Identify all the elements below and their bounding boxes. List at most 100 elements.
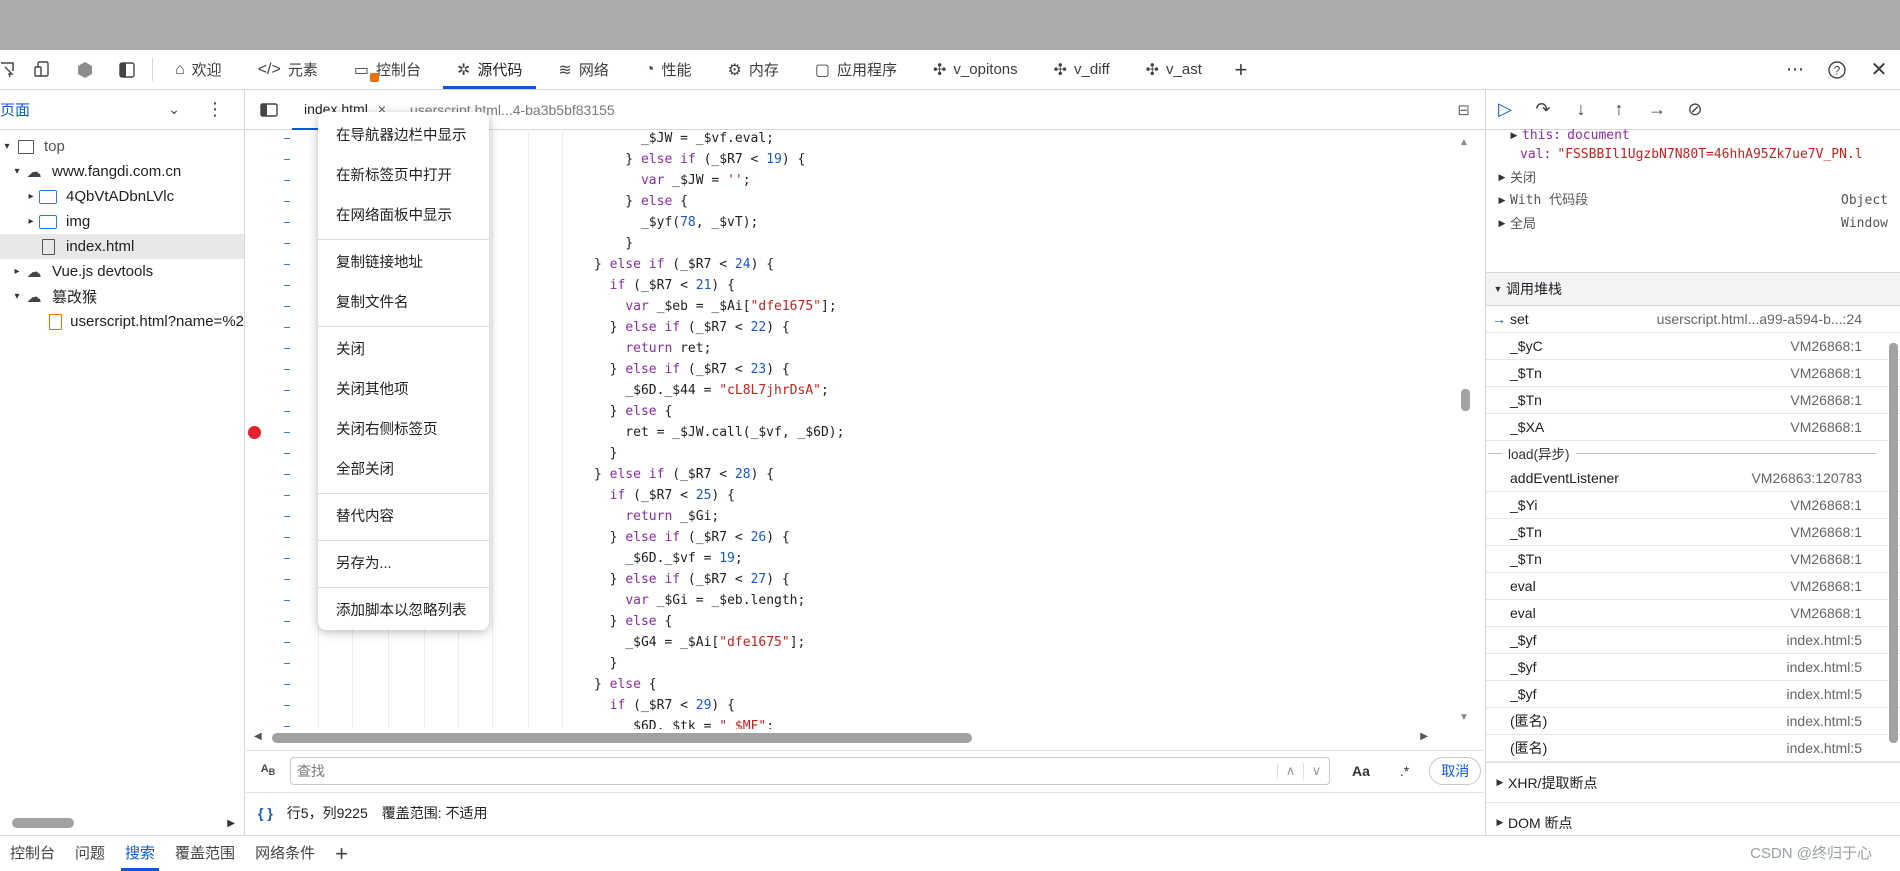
callstack-frame[interactable]: _$Yi VM26868:1 [1486, 492, 1900, 519]
frame-location-link[interactable]: VM26868:1 [1790, 605, 1862, 621]
code-line[interactable]: _$6D._$tk = "_$MF"; [594, 716, 774, 729]
context-menu-item[interactable]: 另存为... [318, 544, 489, 584]
cancel-find-button[interactable]: 取消 [1429, 756, 1482, 785]
line-number-marker[interactable] [284, 159, 290, 160]
inspect-element-icon[interactable] [0, 50, 22, 89]
device-emulation-icon[interactable] [22, 50, 64, 89]
code-line[interactable]: _$G4 = _$Ai["dfe1675"]; [594, 632, 805, 653]
callstack-frame[interactable]: _$XA VM26868:1 [1486, 414, 1900, 441]
line-number-marker[interactable] [284, 306, 290, 307]
add-drawer-tab-icon[interactable]: + [325, 836, 358, 871]
line-number-marker[interactable] [284, 621, 290, 622]
frame-location-link[interactable]: index.html:5 [1787, 686, 1862, 702]
frame-location-link[interactable]: index.html:5 [1787, 632, 1862, 648]
tree-item-top[interactable]: ▾ top [0, 134, 244, 159]
line-number-marker[interactable] [284, 201, 290, 202]
sidebar-vertical-scrollbar[interactable] [1886, 335, 1900, 750]
frame-location-link[interactable]: VM26868:1 [1790, 524, 1862, 540]
tab-v-diff[interactable]: ✣ v_diff [1036, 50, 1128, 89]
frame-location-link[interactable]: VM26868:1 [1790, 365, 1862, 381]
resume-icon[interactable]: ▷ [1486, 99, 1524, 120]
code-line[interactable]: return _$Gi; [594, 506, 719, 527]
tab-memory[interactable]: ⚙ 内存 [710, 50, 797, 89]
tab-sources[interactable]: ✲ 源代码 [439, 50, 540, 89]
toggle-navigator-icon[interactable] [246, 102, 292, 117]
frame-location-link[interactable]: VM26868:1 [1790, 419, 1862, 435]
code-line[interactable]: _$6D._$44 = "cL8L7jhrDsA"; [594, 380, 829, 401]
step-over-icon[interactable]: ↷ [1524, 99, 1562, 120]
scope-with-row[interactable]: ▶ With 代码段 Object [1486, 189, 1900, 212]
code-line[interactable]: } else if (_$R7 < 22) { [594, 317, 790, 338]
context-menu-item[interactable]: 在网络面板中显示 [318, 196, 489, 236]
code-line[interactable]: } else { [594, 611, 673, 632]
callstack-header[interactable]: ▼ 调用堆栈 [1486, 272, 1900, 306]
more-options-icon[interactable]: ⋯ [1774, 50, 1816, 89]
xhr-breakpoints-section[interactable]: ▶ XHR/提取断点 [1486, 762, 1900, 802]
line-number-marker[interactable] [284, 516, 290, 517]
line-number-marker[interactable] [284, 642, 290, 643]
close-devtools-icon[interactable]: ✕ [1858, 50, 1900, 89]
code-line[interactable]: } else if (_$R7 < 27) { [594, 569, 790, 590]
regex-button[interactable]: .* [1400, 763, 1409, 779]
scroll-left-arrow-icon[interactable]: ◀ [254, 731, 262, 742]
code-line[interactable]: _$yf(78, _$vT); [594, 212, 758, 233]
scroll-up-arrow-icon[interactable]: ▲ [1459, 137, 1469, 148]
callstack-frame[interactable]: _$yf index.html:5 [1486, 627, 1900, 654]
callstack-frame[interactable]: (匿名) index.html:5 [1486, 708, 1900, 735]
line-number-marker[interactable] [284, 600, 290, 601]
context-menu-item[interactable]: 复制文件名 [318, 283, 489, 323]
code-line[interactable]: if (_$R7 < 29) { [594, 695, 735, 716]
help-icon[interactable]: ? [1816, 50, 1858, 89]
code-line[interactable]: } else if (_$R7 < 23) { [594, 359, 790, 380]
code-line[interactable]: } [594, 443, 618, 464]
scrollbar-thumb[interactable] [1461, 389, 1470, 411]
context-menu-item[interactable]: 添加脚本以忽略列表 [318, 591, 489, 631]
context-menu-item[interactable]: 在新标签页中打开 [318, 156, 489, 196]
frame-location-link[interactable]: VM26863:120783 [1751, 470, 1862, 486]
find-next-icon[interactable]: ∨ [1303, 762, 1329, 779]
code-line[interactable]: if (_$R7 < 21) { [594, 275, 735, 296]
drawer-tab-console[interactable]: 控制台 [0, 836, 65, 871]
chevron-down-icon[interactable]: ⌄ [168, 101, 180, 118]
frame-location-link[interactable]: VM26868:1 [1790, 578, 1862, 594]
callstack-frame[interactable]: → set userscript.html...a99-a594-b...:24 [1486, 306, 1900, 333]
drawer-tab-search[interactable]: 搜索 [115, 836, 165, 871]
editor-horizontal-scrollbar[interactable]: ◀ ▶ [246, 730, 1454, 746]
line-number-marker[interactable] [284, 411, 290, 412]
line-number-marker[interactable] [284, 369, 290, 370]
line-number-marker[interactable] [284, 138, 290, 139]
code-line[interactable]: _$JW = _$vf.eval; [594, 131, 774, 149]
find-previous-icon[interactable]: ∧ [1277, 762, 1303, 779]
callstack-frame[interactable]: _$yC VM26868:1 [1486, 333, 1900, 360]
line-number-marker[interactable] [284, 285, 290, 286]
line-number-marker[interactable] [284, 432, 290, 433]
expand-arrow-icon[interactable]: ▾ [0, 141, 14, 152]
callstack-frame[interactable]: _$Tn VM26868:1 [1486, 546, 1900, 573]
callstack-frame[interactable]: eval VM26868:1 [1486, 600, 1900, 627]
scrollbar-thumb[interactable] [272, 733, 972, 743]
code-line[interactable]: } [594, 233, 633, 254]
navigator-page-tab[interactable]: 页面 [0, 99, 30, 120]
drawer-tab-issues[interactable]: 问题 [65, 836, 115, 871]
frame-location-link[interactable]: index.html:5 [1787, 713, 1862, 729]
tab-welcome[interactable]: ⌂ 欢迎 [157, 50, 240, 89]
code-line[interactable]: } [594, 653, 618, 674]
code-line[interactable]: ret = _$JW.call(_$vf, _$6D); [594, 422, 844, 443]
frame-location-link[interactable]: VM26868:1 [1790, 497, 1862, 513]
code-line[interactable]: var _$JW = ''; [594, 170, 751, 191]
step-icon[interactable]: → [1638, 99, 1676, 120]
line-number-marker[interactable] [284, 726, 290, 727]
tree-item-userscript[interactable]: userscript.html?name=%2 [0, 309, 244, 334]
code-line[interactable]: } else { [594, 401, 673, 422]
line-number-marker[interactable] [284, 222, 290, 223]
match-case-button[interactable]: Aa [1352, 763, 1370, 779]
line-number-marker[interactable] [284, 705, 290, 706]
code-line[interactable]: } else { [594, 191, 688, 212]
add-tab-plus-icon[interactable]: + [1220, 50, 1262, 89]
line-number-marker[interactable] [284, 579, 290, 580]
line-number-marker[interactable] [284, 474, 290, 475]
code-line[interactable]: } else if (_$R7 < 19) { [594, 149, 805, 170]
tab-performance[interactable]: ◔ 性能 [627, 50, 710, 89]
expand-arrow-icon[interactable]: ▾ [10, 166, 24, 177]
step-out-icon[interactable]: ↑ [1600, 99, 1638, 120]
